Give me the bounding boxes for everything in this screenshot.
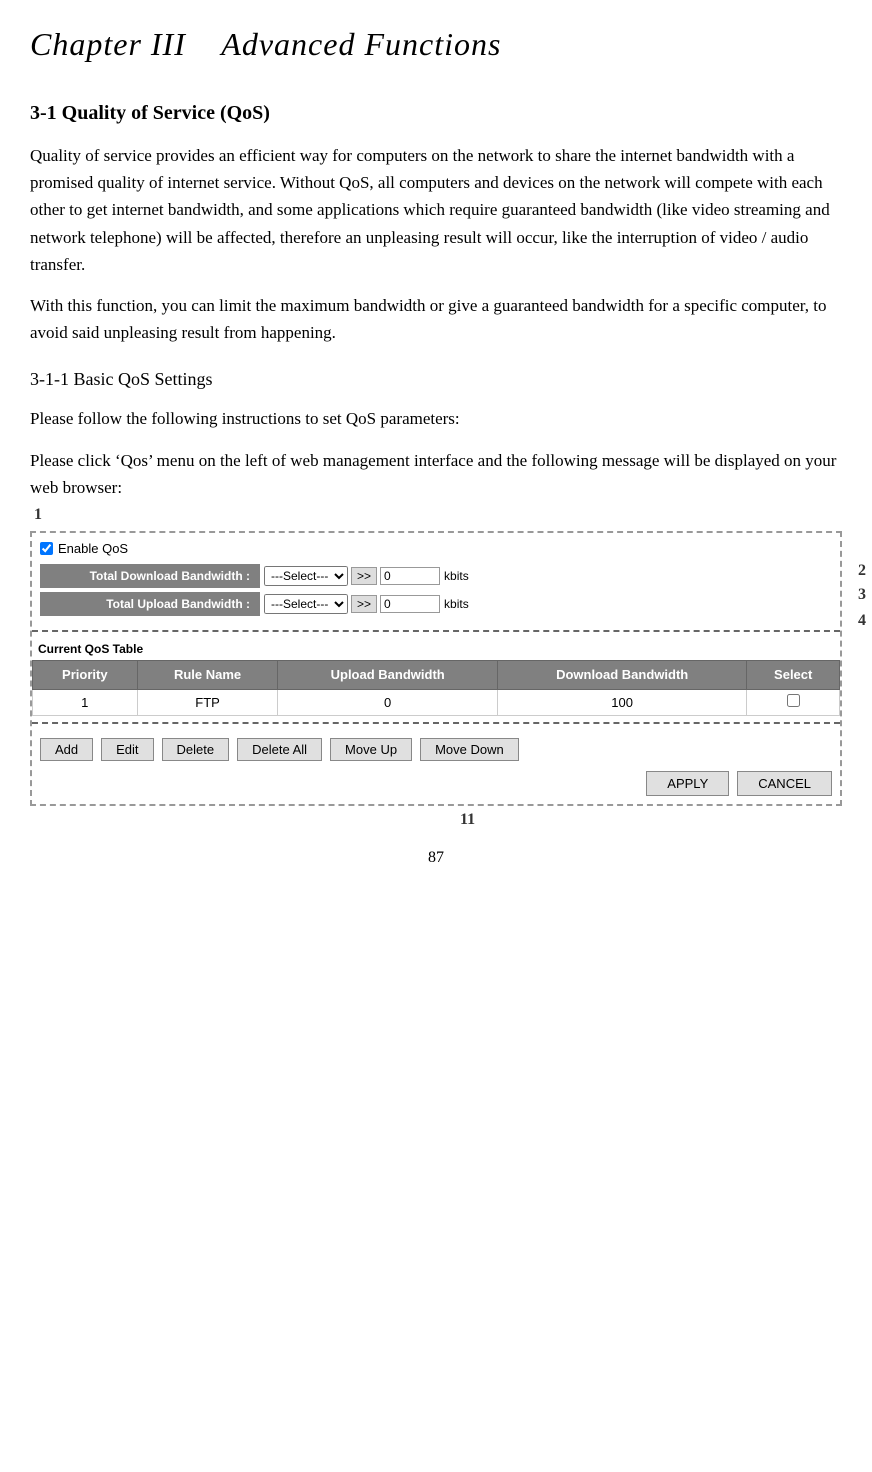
upload-bw-unit: kbits	[444, 595, 469, 613]
qos-divider-top	[32, 630, 840, 632]
page-title: Chapter III Advanced Functions	[30, 20, 842, 68]
section-label: Advanced Functions	[221, 26, 501, 62]
col-upload-bw: Upload Bandwidth	[278, 661, 497, 690]
qos-table: Priority Rule Name Upload Bandwidth Down…	[32, 660, 840, 716]
enable-qos-label: Enable QoS	[58, 539, 128, 559]
row-select-checkbox[interactable]	[787, 694, 800, 707]
table-row: 1 FTP 0 100	[33, 689, 840, 716]
table-header-row: Priority Rule Name Upload Bandwidth Down…	[33, 661, 840, 690]
diagram-number-11: 11	[460, 808, 475, 832]
enable-qos-checkbox[interactable]	[40, 542, 53, 555]
paragraph-2: With this function, you can limit the ma…	[30, 292, 842, 346]
edit-button[interactable]: Edit	[101, 738, 153, 761]
download-bw-select[interactable]: ---Select---	[264, 566, 348, 586]
move-up-button[interactable]: Move Up	[330, 738, 412, 761]
delete-all-button[interactable]: Delete All	[237, 738, 322, 761]
page-number: 87	[30, 846, 842, 870]
qos-divider-mid	[32, 722, 840, 724]
cell-upload-bw: 0	[278, 689, 497, 716]
move-down-button[interactable]: Move Down	[420, 738, 519, 761]
paragraph-3: Please follow the following instructions…	[30, 405, 842, 432]
upload-bandwidth-row: Total Upload Bandwidth : ---Select--- >>…	[40, 592, 832, 616]
diagram-number-4: 4	[858, 609, 866, 633]
qos-apply-row: APPLY CANCEL	[32, 767, 840, 804]
upload-bw-select[interactable]: ---Select---	[264, 594, 348, 614]
qos-action-buttons: Add Edit Delete Delete All Move Up Move …	[32, 730, 840, 767]
qos-interface-box: Enable QoS Total Download Bandwidth : --…	[30, 531, 842, 807]
cell-download-bw: 100	[497, 689, 747, 716]
upload-bw-button[interactable]: >>	[351, 595, 377, 613]
qos-top-section: Enable QoS Total Download Bandwidth : --…	[32, 533, 840, 805]
diagram-number-1: 1	[34, 503, 42, 527]
download-bw-button[interactable]: >>	[351, 567, 377, 585]
subsection-heading: 3-1-1 Basic QoS Settings	[30, 366, 842, 393]
col-select: Select	[747, 661, 840, 690]
paragraph-4: Please click ‘Qos’ menu on the left of w…	[30, 447, 842, 501]
qos-diagram-wrapper: 1 2 3 4 5 6 7 8 9 10 11 Enable QoS Total…	[30, 531, 842, 807]
upload-bw-input[interactable]	[380, 595, 440, 613]
col-priority: Priority	[33, 661, 138, 690]
col-download-bw: Download Bandwidth	[497, 661, 747, 690]
diagram-number-3: 3	[858, 583, 866, 607]
cell-rule-name: FTP	[137, 689, 278, 716]
current-table-label: Current QoS Table	[32, 638, 840, 660]
cancel-button[interactable]: CANCEL	[737, 771, 832, 796]
download-bw-input[interactable]	[380, 567, 440, 585]
enable-qos-row: Enable QoS	[40, 539, 832, 559]
diagram-number-2: 2	[858, 559, 866, 583]
delete-button[interactable]: Delete	[162, 738, 230, 761]
paragraph-1: Quality of service provides an efficient…	[30, 142, 842, 278]
download-bandwidth-row: Total Download Bandwidth : ---Select--- …	[40, 564, 832, 588]
download-bw-label: Total Download Bandwidth :	[40, 564, 260, 588]
cell-select[interactable]	[747, 689, 840, 716]
apply-button[interactable]: APPLY	[646, 771, 729, 796]
chapter-label: Chapter III	[30, 26, 186, 62]
section-heading: 3-1 Quality of Service (QoS)	[30, 98, 842, 128]
col-rule-name: Rule Name	[137, 661, 278, 690]
qos-top-area: Enable QoS Total Download Bandwidth : --…	[32, 533, 840, 625]
upload-bw-label: Total Upload Bandwidth :	[40, 592, 260, 616]
download-bw-unit: kbits	[444, 567, 469, 585]
cell-priority: 1	[33, 689, 138, 716]
add-button[interactable]: Add	[40, 738, 93, 761]
